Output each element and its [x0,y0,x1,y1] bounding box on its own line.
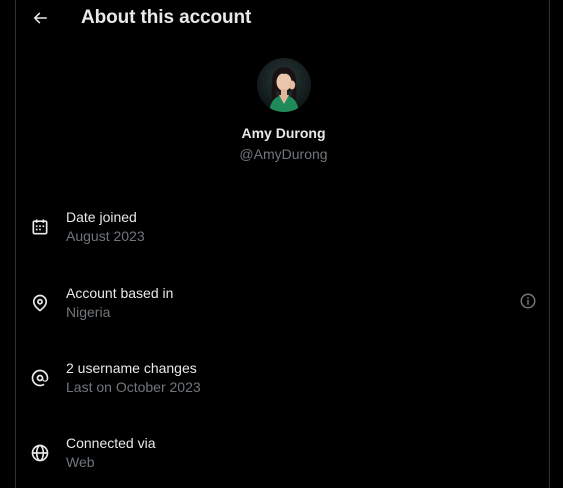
row-value: Last on October 2023 [66,379,201,395]
row-label: Account based in [66,285,174,301]
back-button[interactable] [28,6,52,30]
row-label: 2 username changes [66,360,197,376]
row-label: Connected via [66,435,156,451]
location-pin-icon [30,293,50,313]
profile-section: Amy Durong @AmyDurong [0,58,563,168]
profile-handle[interactable]: @AmyDurong [0,146,563,162]
row-label: Date joined [66,209,137,225]
avatar-image [257,58,311,112]
arrow-left-icon [33,12,47,24]
header: About this account [0,0,563,36]
row-value: Nigeria [66,304,111,320]
info-row-connected-via: Connected via Web [0,435,563,475]
row-value: Web [66,454,95,470]
info-icon[interactable] [519,292,537,310]
info-row-account-based-in: Account based in Nigeria [0,285,563,325]
globe-icon [30,443,50,463]
at-sign-icon [30,368,50,388]
info-row-username-changes: 2 username changes Last on October 2023 [0,360,563,400]
calendar-icon [30,217,50,237]
profile-name: Amy Durong [241,125,326,141]
info-row-date-joined: Date joined August 2023 [0,209,563,249]
page-title: About this account [81,7,252,28]
avatar[interactable] [257,58,311,112]
row-value: August 2023 [66,228,145,244]
